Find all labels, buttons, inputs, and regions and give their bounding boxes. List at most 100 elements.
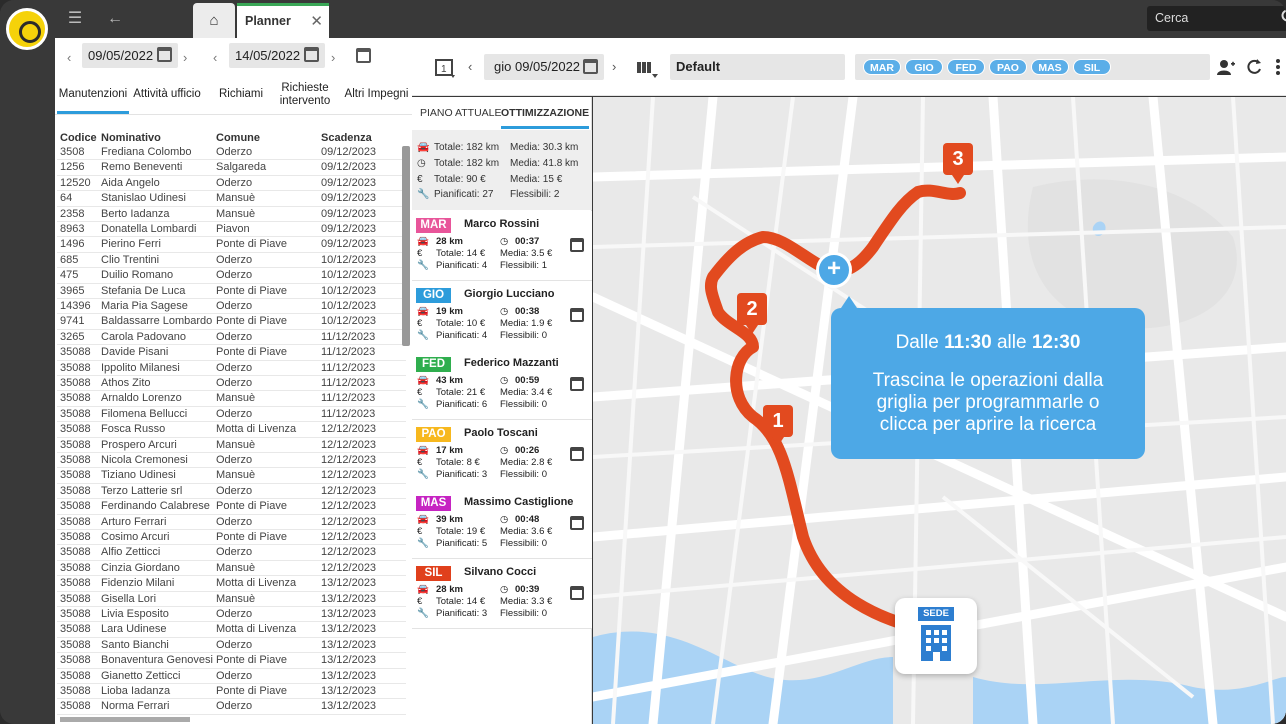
pill-sil[interactable]: SIL (1073, 59, 1111, 75)
table-row[interactable]: 35088 Gianetto Zetticci Oderzo 13/12/2023 (57, 669, 406, 684)
table-row[interactable]: 35088 Athos Zito Oderzo 11/12/2023 (57, 376, 406, 392)
table-row[interactable]: 35088 Arnaldo Lorenzo Mansuè 11/12/2023 (57, 391, 406, 407)
table-row[interactable]: 475 Duilio Romano Oderzo 10/12/2023 (57, 268, 406, 284)
table-row[interactable]: 35088 Davide Pisani Ponte di Piave 11/12/20… (57, 345, 406, 361)
technician-card[interactable]: GIO Giorgio Lucciano 🚘 19 km ◷ 00:38 € Totale: … (412, 280, 592, 351)
menu-icon[interactable]: ☰ (65, 9, 85, 29)
tab-ottimizzazione[interactable]: OTTIMIZZAZIONE (501, 107, 589, 129)
table-row[interactable]: 35088 Tiziano Udinesi Mansuè 12/12/2023 (57, 468, 406, 484)
technician-card[interactable]: SIL Silvano Cocci 🚘 28 km ◷ 00:39 € Totale: 14 … (412, 559, 592, 629)
table-row[interactable]: 35088 Ferdinando Calabrese Ponte di Piave 1… (57, 499, 406, 515)
table-row[interactable]: 1496 Pierino Ferri Ponte di Piave 09/12/202… (57, 237, 406, 253)
close-icon[interactable]: ✕ (310, 12, 323, 30)
more-options-icon[interactable] (1275, 58, 1281, 76)
table-row[interactable]: 35088 Lara Udinese Motta di Livenza 13/12/2… (57, 622, 406, 638)
calendar-icon[interactable] (570, 307, 584, 322)
date-to-field[interactable]: 14/05/2022 (229, 43, 325, 68)
columns-view-icon[interactable] (636, 60, 660, 80)
table-row[interactable]: 9741 Baldassarre Lombardo Ponte di Piave 10… (57, 314, 406, 330)
calendar-icon[interactable] (583, 59, 598, 74)
view-preset-select[interactable]: Default (670, 54, 845, 80)
table-row[interactable]: 12520 Aida Angelo Oderzo 09/12/2023 (57, 176, 406, 192)
home-tab[interactable]: ⌂ (193, 3, 235, 38)
search-input[interactable]: Cerca (1147, 6, 1286, 31)
column-header[interactable]: Codice (60, 132, 97, 144)
table-row[interactable]: 35088 Alfio Zetticci Oderzo 12/12/2023 (57, 545, 406, 561)
table-row[interactable]: 685 Clio Trentini Oderzo 10/12/2023 (57, 253, 406, 269)
calendar-icon[interactable] (304, 47, 319, 62)
calendar-icon[interactable] (570, 238, 584, 252)
tab-richieste-intervento[interactable]: Richieste intervento (275, 78, 335, 114)
technician-card[interactable]: PAO Paolo Toscani 🚘 17 km ◷ 00:26 € Totale: 8 €… (412, 419, 592, 490)
app-logo[interactable] (6, 8, 48, 50)
prev-date-arrow[interactable]: ‹ (67, 50, 71, 65)
table-row[interactable]: 35088 Prospero Arcuri Mansuè 12/12/2023 (57, 438, 406, 453)
column-header[interactable]: Nominativo (101, 132, 161, 144)
table-row[interactable]: 35088 Fosca Russo Motta di Livenza 12/12/20… (57, 422, 406, 438)
calendar-icon[interactable] (570, 516, 584, 531)
refresh-icon[interactable] (1245, 58, 1263, 76)
table-row[interactable]: 35088 Cosimo Arcuri Ponte di Piave 12/12/20… (57, 530, 406, 546)
table-row[interactable]: 35088 Ippolito Milanesi Oderzo 11/12/2023 (57, 361, 406, 376)
pill-mas[interactable]: MAS (1031, 59, 1069, 75)
table-row[interactable]: 2358 Berto Iadanza Mansuè 09/12/2023 (57, 207, 406, 222)
add-operation-button[interactable]: + (816, 252, 852, 288)
table-row[interactable]: 35088 Bonaventura Genovesi Ponte di Piave 1… (57, 653, 406, 669)
table-row[interactable]: 35088 Gisella Lori Mansuè 13/12/2023 (57, 592, 406, 607)
tab-altri-impegni[interactable]: Altri Impegni (341, 78, 412, 114)
table-row[interactable]: 1256 Remo Beneventi Salgareda 09/12/2023 (57, 160, 406, 176)
headquarters-marker[interactable]: SEDE (895, 598, 977, 674)
back-arrow-icon[interactable]: ← (105, 9, 125, 29)
table-row[interactable]: 3265 Carola Padovano Oderzo 11/12/2023 (57, 330, 406, 346)
route-stop-3-marker[interactable]: 3 (943, 143, 973, 184)
vertical-scrollbar[interactable] (402, 146, 410, 346)
column-header[interactable]: Scadenza (321, 132, 372, 144)
pill-fed[interactable]: FED (947, 59, 985, 75)
calendar-icon[interactable] (157, 47, 172, 62)
column-header[interactable]: Comune (216, 132, 260, 144)
pill-mar[interactable]: MAR (863, 59, 901, 75)
tab-planner[interactable]: Planner ✕ (237, 3, 329, 38)
table-row[interactable]: 35088 Santo Bianchi Oderzo 13/12/2023 (57, 638, 406, 654)
calendar-icon[interactable] (570, 377, 584, 392)
table-row[interactable]: 35088 Fidenzio Milani Motta di Livenza 13/1… (57, 576, 406, 592)
table-row[interactable]: 3965 Stefania De Luca Ponte di Piave 10/12/… (57, 284, 406, 299)
route-stop-2-marker[interactable]: 2 (737, 293, 767, 334)
table-row[interactable]: 35088 Livia Esposito Oderzo 13/12/2023 (57, 607, 406, 623)
table-row[interactable]: 35088 Terzo Latterie srl Oderzo 12/12/2023 (57, 484, 406, 500)
next-date-arrow[interactable]: › (331, 50, 335, 65)
tab-manutenzioni[interactable]: Manutenzioni (57, 78, 129, 114)
date-from-field[interactable]: 09/05/2022 (82, 43, 178, 68)
table-row[interactable]: 8963 Donatella Lombardi Piavon 09/12/2023 (57, 222, 406, 238)
table-row[interactable]: 14396 Maria Pia Sagese Oderzo 10/12/2023 (57, 299, 406, 315)
tab-attivita-ufficio[interactable]: Attività ufficio (131, 78, 203, 114)
table-row[interactable]: 35088 Filomena Bellucci Oderzo 11/12/2023 (57, 407, 406, 423)
technician-card[interactable]: MAS Massimo Castiglione 🚘 39 km ◷ 00:48 € Total… (412, 489, 592, 560)
route-map[interactable]: 1 2 3 + Dalle 11:30 alle 12:30 Trascina … (593, 97, 1286, 724)
prev-day-arrow[interactable]: ‹ (468, 59, 472, 74)
add-user-icon[interactable] (1216, 59, 1236, 77)
planner-date-field[interactable]: gio 09/05/2022 (484, 54, 604, 80)
pill-pao[interactable]: PAO (989, 59, 1027, 75)
prev-date-arrow[interactable]: ‹ (213, 50, 217, 65)
search-icon[interactable] (1281, 9, 1286, 25)
calendar-icon[interactable] (356, 48, 371, 63)
table-row[interactable]: 35088 Arturo Ferrari Oderzo 12/12/2023 (57, 515, 406, 530)
calendar-icon[interactable] (570, 446, 584, 461)
day-view-icon[interactable]: 1 (434, 57, 456, 79)
tab-richiami[interactable]: Richiami (205, 78, 277, 114)
pill-gio[interactable]: GIO (905, 59, 943, 75)
tab-piano-attuale[interactable]: PIANO ATTUALE (420, 107, 502, 119)
technician-card[interactable]: MAR Marco Rossini 🚘 28 km ◷ 00:37 € Totale: 14 … (412, 211, 592, 281)
table-row[interactable]: 35088 Nicola Cremonesi Oderzo 12/12/2023 (57, 453, 406, 469)
table-row[interactable]: 35088 Cinzia Giordano Mansuè 12/12/2023 (57, 561, 406, 577)
next-date-arrow[interactable]: › (183, 50, 187, 65)
table-row[interactable]: 3508 Frediana Colombo Oderzo 09/12/2023 (57, 145, 406, 161)
route-stop-1-marker[interactable]: 1 (763, 405, 793, 446)
time-slot-tooltip[interactable]: Dalle 11:30 alle 12:30 Trascina le opera… (831, 296, 1145, 459)
horizontal-scrollbar[interactable] (60, 717, 190, 722)
table-row[interactable]: 35088 Norma Ferrari Oderzo 13/12/2023 (57, 699, 406, 715)
next-day-arrow[interactable]: › (612, 59, 616, 74)
table-row[interactable]: 35088 Lioba Iadanza Ponte di Piave 13/12/20… (57, 684, 406, 700)
table-row[interactable]: 64 Stanislao Udinesi Mansuè 09/12/2023 (57, 191, 406, 207)
